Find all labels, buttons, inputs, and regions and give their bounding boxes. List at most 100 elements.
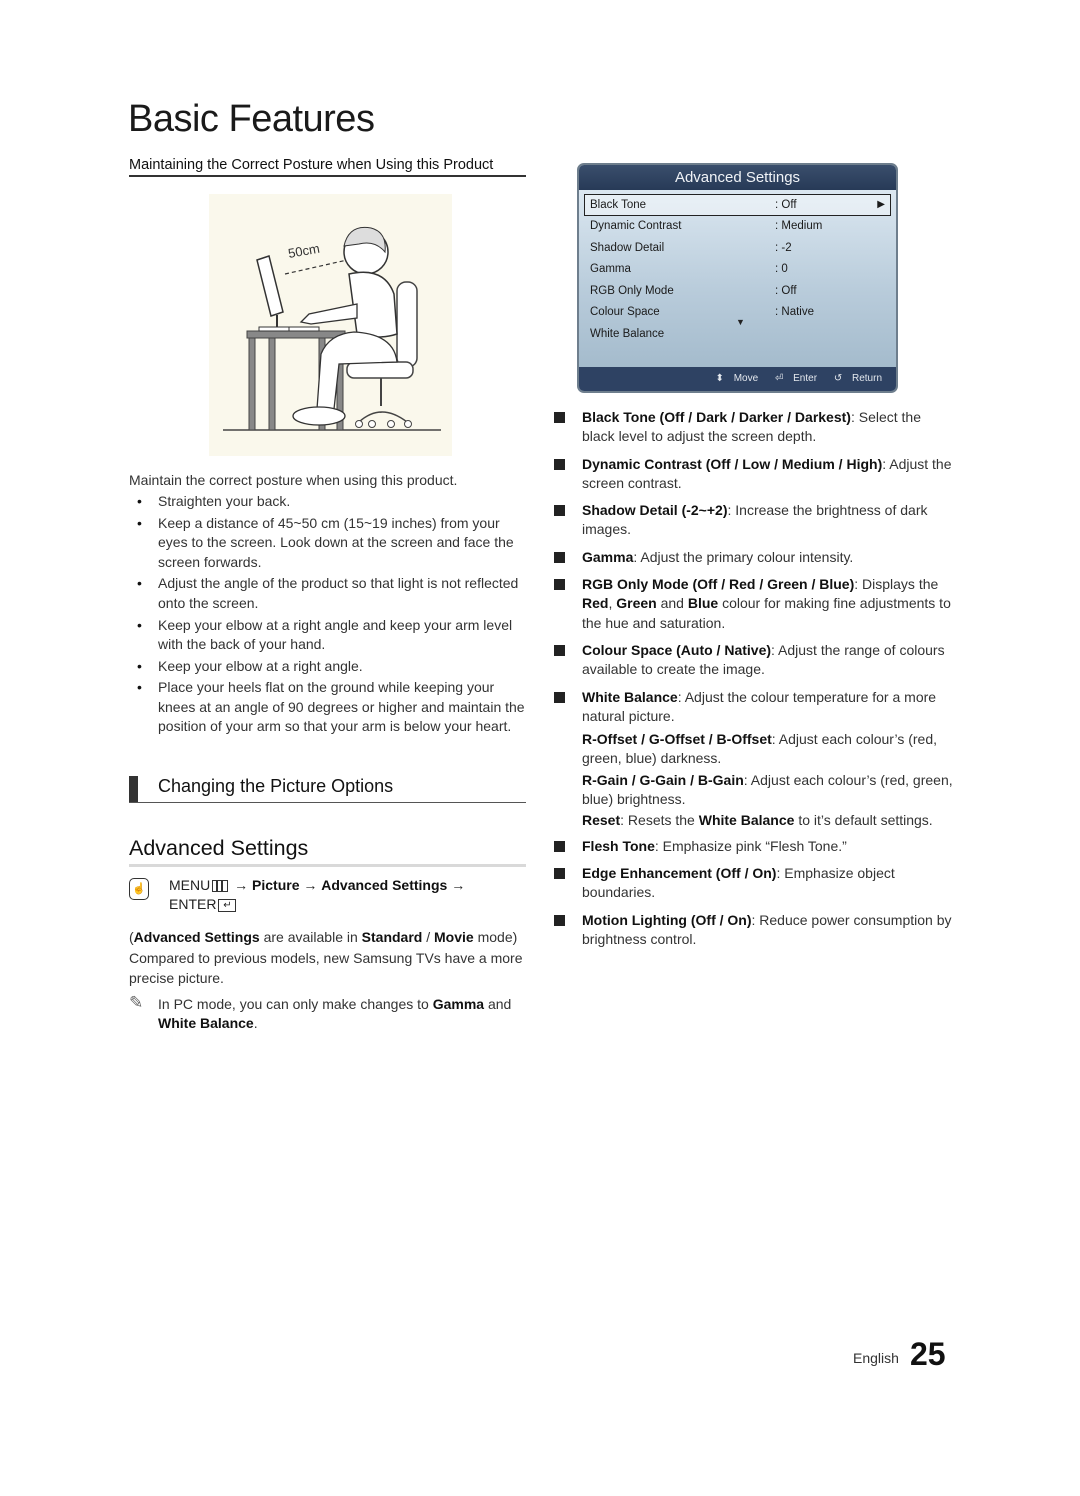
section-heading: Changing the Picture Options bbox=[129, 776, 526, 803]
osd-row-shadow-detail[interactable]: Shadow Detail : -2 bbox=[579, 238, 896, 260]
text: are available in bbox=[259, 929, 362, 945]
osd-label: Shadow Detail bbox=[590, 241, 665, 254]
scroll-down-icon[interactable]: ▼ bbox=[736, 317, 745, 327]
osd-row-gamma[interactable]: Gamma: 0 bbox=[579, 259, 896, 281]
text: and bbox=[656, 595, 688, 612]
square-bullet-icon bbox=[554, 691, 565, 703]
term: RGB Only Mode (Off / Red / Green / Blue) bbox=[582, 576, 855, 593]
return-icon: ↺ bbox=[833, 373, 843, 384]
osd-label: RGB Only Mode bbox=[590, 284, 674, 297]
enter-icon: ⏎ bbox=[774, 373, 784, 384]
desc-gain: R-Gain / G-Gain / B-Gain: Adjust each co… bbox=[582, 771, 953, 810]
text: . bbox=[253, 1015, 258, 1032]
return-label: Return bbox=[851, 373, 882, 384]
posture-intro: Maintain the correct posture when using … bbox=[129, 472, 458, 488]
square-bullet-icon bbox=[554, 551, 565, 563]
osd-row-black-tone[interactable]: Black Tone : Off ▶ bbox=[584, 194, 891, 216]
settings-descriptions: Black Tone (Off / Dark / Darker / Darkes… bbox=[553, 408, 953, 957]
osd-value: : Medium bbox=[775, 220, 823, 232]
term: Advanced Settings bbox=[133, 929, 260, 945]
menu-label: MENU bbox=[169, 877, 211, 893]
desc-gamma: Gamma: Adjust the primary colour intensi… bbox=[553, 548, 953, 567]
move-label: Move bbox=[733, 373, 759, 384]
posture-bullet: Keep a distance of 45~50 cm (15~19 inche… bbox=[129, 514, 526, 572]
osd-title: Advanced Settings bbox=[579, 165, 896, 190]
square-bullet-icon bbox=[554, 579, 565, 591]
osd-value: : Native bbox=[775, 306, 814, 318]
term: White Balance bbox=[582, 688, 678, 705]
term: Standard bbox=[361, 929, 423, 945]
desc-edge-enhancement: Edge Enhancement (Off / On): Emphasize o… bbox=[553, 864, 953, 903]
posture-heading: Maintaining the Correct Posture when Usi… bbox=[129, 157, 526, 177]
posture-bullet: Adjust the angle of the product so that … bbox=[129, 574, 526, 613]
square-bullet-icon bbox=[554, 412, 565, 423]
term: Shadow Detail (-2~+2) bbox=[582, 502, 728, 519]
term: Green bbox=[616, 595, 657, 612]
osd-row-rgb-only-mode[interactable]: RGB Only Mode : Off bbox=[579, 281, 896, 303]
square-bullet-icon bbox=[554, 644, 565, 656]
arrow-icon: → bbox=[451, 877, 466, 893]
desc-reset: Reset: Resets the White Balance to it’s … bbox=[582, 811, 953, 830]
osd-enter-hint: ⏎ Enter bbox=[775, 373, 824, 384]
term: Gamma bbox=[432, 995, 485, 1012]
osd-value: : Off bbox=[775, 199, 797, 211]
pc-mode-note: ✎ In PC mode, you can only make changes t… bbox=[129, 992, 526, 1034]
arrow-icon: → bbox=[303, 877, 318, 893]
desc-offset: R-Offset / G-Offset / B-Offset: Adjust e… bbox=[582, 730, 953, 769]
enter-label: ENTER bbox=[169, 896, 217, 912]
posture-illustration: 50cm bbox=[209, 194, 452, 456]
enter-label: Enter bbox=[793, 373, 818, 384]
text: and bbox=[484, 995, 512, 1012]
text: mode) bbox=[473, 929, 518, 945]
menu-path: ☝ MENU → Picture → Advanced Settings → E… bbox=[129, 876, 526, 914]
square-bullet-icon bbox=[554, 458, 565, 470]
term: Gamma bbox=[582, 548, 634, 565]
desc-flesh-tone: Flesh Tone: Emphasize pink “Flesh Tone.” bbox=[553, 837, 953, 856]
up-down-icon: ⬍ bbox=[715, 373, 724, 384]
footer-language: English bbox=[853, 1350, 899, 1366]
term: Black Tone (Off / Dark / Darker / Darkes… bbox=[582, 409, 851, 425]
desc-black-tone: Black Tone (Off / Dark / Darker / Darkes… bbox=[553, 408, 953, 447]
availability-note: (Advanced Settings are available in Stan… bbox=[129, 928, 526, 947]
posture-bullet: Keep your elbow at a right angle. bbox=[129, 657, 526, 677]
osd-value: : Off bbox=[775, 284, 797, 297]
pencil-note-icon: ✎ bbox=[129, 992, 144, 1012]
enter-icon: ↵ bbox=[218, 898, 237, 912]
osd-value: : -2 bbox=[775, 241, 792, 254]
triangle-right-icon: ▶ bbox=[877, 199, 885, 210]
square-bullet-icon bbox=[554, 840, 565, 852]
term: R-Offset / G-Offset / B-Offset bbox=[582, 731, 772, 748]
posture-bullet: Keep your elbow at a right angle and kee… bbox=[129, 616, 526, 655]
posture-text: Maintain the correct posture when using … bbox=[129, 471, 526, 739]
osd-label: Dynamic Contrast bbox=[590, 220, 682, 232]
desc-colour-space: Colour Space (Auto / Native): Adjust the… bbox=[553, 641, 953, 680]
compare-text: Compared to previous models, new Samsung… bbox=[129, 950, 523, 986]
osd-label: White Balance bbox=[590, 327, 665, 340]
menu-path-text: MENU → Picture → Advanced Settings → ENT… bbox=[169, 876, 526, 914]
desc-motion-lighting: Motion Lighting (Off / On): Reduce power… bbox=[553, 911, 953, 950]
advanced-description: (Advanced Settings are available in Stan… bbox=[129, 928, 526, 1035]
white-balance-sub-items: R-Offset / G-Offset / B-Offset: Adjust e… bbox=[553, 730, 953, 830]
menu-advanced: Advanced Settings bbox=[321, 877, 448, 893]
square-bullet-icon bbox=[554, 505, 565, 517]
text: : Displays the bbox=[854, 576, 939, 593]
osd-label: Gamma bbox=[590, 263, 631, 275]
term: Edge Enhancement (Off / On) bbox=[582, 864, 777, 881]
desc-rgb-only-mode: RGB Only Mode (Off / Red / Green / Blue)… bbox=[553, 575, 953, 633]
onscreen-hand-icon: ☝ bbox=[129, 878, 149, 900]
osd-label: Black Tone bbox=[590, 199, 647, 211]
term: Red bbox=[582, 595, 609, 612]
term: R-Gain / G-Gain / B-Gain bbox=[582, 771, 744, 788]
text: : Resets the bbox=[620, 812, 699, 829]
term: White Balance bbox=[698, 812, 795, 829]
posture-figure-svg: 50cm bbox=[223, 226, 441, 431]
desc-white-balance: White Balance: Adjust the colour tempera… bbox=[553, 688, 953, 727]
term: White Balance bbox=[158, 1015, 254, 1032]
text: : Emphasize pink “Flesh Tone.” bbox=[654, 837, 847, 854]
term: Colour Space (Auto / Native) bbox=[582, 641, 772, 658]
osd-row-dynamic-contrast[interactable]: Dynamic Contrast : Medium bbox=[579, 216, 896, 238]
osd-footer: ⬍ Move ⏎ Enter ↺ Return bbox=[579, 367, 896, 391]
osd-menu: Advanced Settings Black Tone : Off ▶ Dynam… bbox=[577, 163, 898, 393]
osd-move-hint: ⬍ Move bbox=[716, 373, 766, 384]
term: Motion Lighting (Off / On) bbox=[582, 911, 752, 928]
